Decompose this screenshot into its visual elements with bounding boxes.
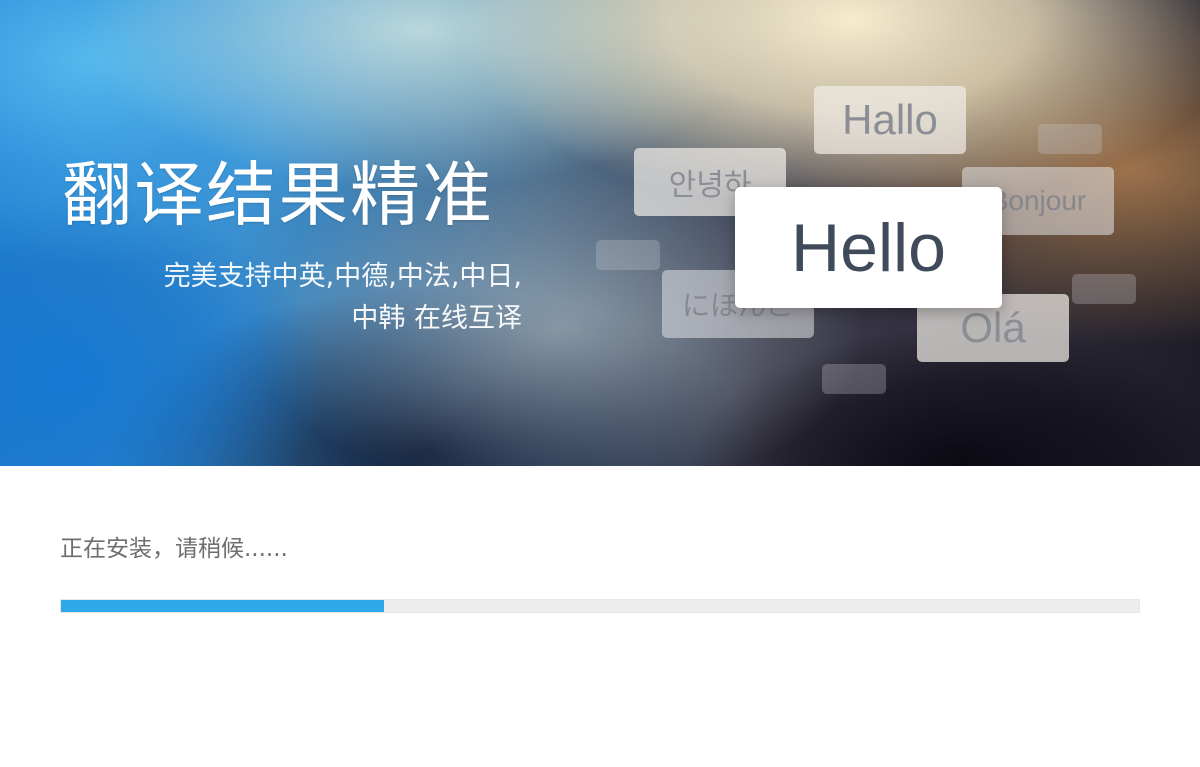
language-card-hello: Hello bbox=[735, 187, 1002, 308]
installer-window: 翻译结果精准 完美支持中英,中德,中法,中日, 中韩 在线互译 Hallo Bo… bbox=[0, 0, 1200, 767]
banner-subtitle-line1: 完美支持中英,中德,中法,中日, bbox=[163, 261, 522, 292]
banner-subtitle-line2: 中韩 在线互译 bbox=[351, 303, 522, 334]
blank-card bbox=[596, 240, 660, 270]
banner-subtitle: 完美支持中英,中德,中法,中日, 中韩 在线互译 bbox=[60, 256, 522, 340]
promo-banner: 翻译结果精准 完美支持中英,中德,中法,中日, 中韩 在线互译 Hallo Bo… bbox=[0, 0, 1200, 466]
install-status-text: 正在安装，请稍候...... bbox=[60, 536, 288, 562]
blank-card bbox=[1038, 124, 1102, 154]
install-progress-fill bbox=[61, 600, 385, 612]
blank-card bbox=[1072, 274, 1136, 304]
install-progress-bar bbox=[60, 599, 1140, 613]
banner-title: 翻译结果精准 bbox=[62, 154, 494, 236]
blank-card bbox=[822, 364, 886, 394]
language-card-hallo: Hallo bbox=[814, 86, 966, 154]
